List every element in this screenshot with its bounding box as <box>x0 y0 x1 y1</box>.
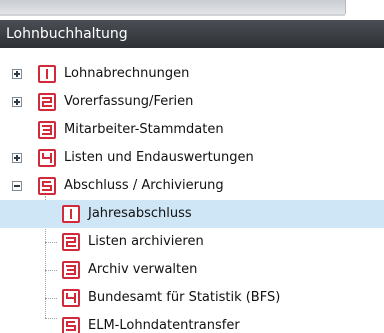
tree-item-label: Lohnabrechnungen <box>64 66 190 81</box>
top-strip <box>0 0 384 20</box>
tree-child-label: Listen archivieren <box>88 234 204 249</box>
panel-title: Lohnbuchhaltung <box>0 20 384 48</box>
tree-item-abschluss-archivierung[interactable]: Abschluss / Archivierung <box>0 172 384 200</box>
number-1-icon <box>62 205 80 223</box>
expand-plus-icon[interactable] <box>12 69 22 79</box>
number-3-icon <box>62 261 80 279</box>
window-header-bar <box>0 0 346 14</box>
number-5-icon <box>62 317 80 333</box>
tree-child-label: Jahresabschluss <box>88 206 192 221</box>
tree-child-bundesamt-statistik[interactable]: Bundesamt für Statistik (BFS) <box>0 284 384 312</box>
tree-child-label: ELM-Lohndatentransfer <box>88 318 240 333</box>
tree-item-vorerfassung[interactable]: Vorerfassung/Ferien <box>0 88 384 116</box>
tree-child-elm-lohndatentransfer[interactable]: ELM-Lohndatentransfer <box>0 312 384 333</box>
tree-item-lohnabrechnungen[interactable]: Lohnabrechnungen <box>0 60 384 88</box>
tree-item-label: Listen und Endauswertungen <box>64 150 254 165</box>
tree-item-label: Vorerfassung/Ferien <box>64 94 194 109</box>
number-1-icon <box>38 65 56 83</box>
expand-plus-icon[interactable] <box>12 97 22 107</box>
number-5-icon <box>38 177 56 195</box>
tree-child-archiv-verwalten[interactable]: Archiv verwalten <box>0 256 384 284</box>
tree-child-jahresabschluss[interactable]: Jahresabschluss <box>0 200 384 228</box>
header-edge <box>0 14 345 16</box>
tree-item-label: Abschluss / Archivierung <box>64 178 224 193</box>
tree-item-listen-endauswertungen[interactable]: Listen und Endauswertungen <box>0 144 384 172</box>
tree-item-label: Mitarbeiter-Stammdaten <box>64 122 224 137</box>
tree-item-mitarbeiter-stammdaten[interactable]: Mitarbeiter-Stammdaten <box>0 116 384 144</box>
tree-child-listen-archivieren[interactable]: Listen archivieren <box>0 228 384 256</box>
expand-plus-icon[interactable] <box>12 153 22 163</box>
number-3-icon <box>38 121 56 139</box>
number-2-icon <box>38 93 56 111</box>
number-4-icon <box>38 149 56 167</box>
tree-child-label: Bundesamt für Statistik (BFS) <box>88 290 281 305</box>
number-4-icon <box>62 289 80 307</box>
collapse-minus-icon[interactable] <box>12 181 22 191</box>
tree-child-label: Archiv verwalten <box>88 262 198 277</box>
number-2-icon <box>62 233 80 251</box>
